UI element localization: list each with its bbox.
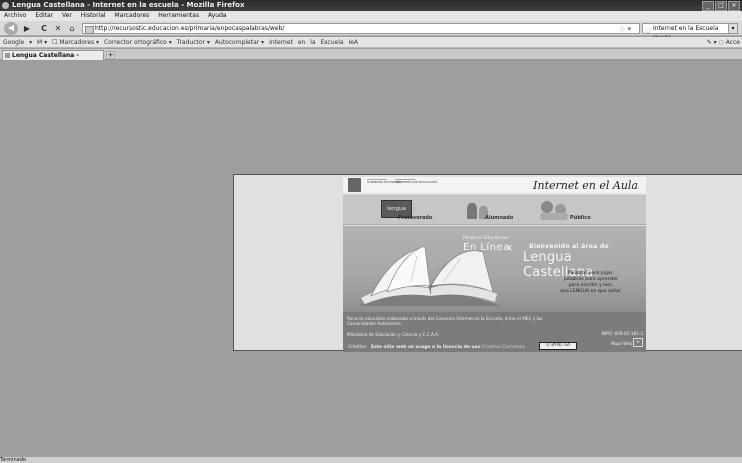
ministerio-label: MINISTERIO DE EDUCACIÓN [395,179,437,184]
home-button[interactable]: ⌂ [66,23,78,34]
firefox-icon [2,2,9,9]
toolbar-right-tools[interactable]: ✎ ▾ ◌ Acce [707,37,740,48]
nav-profesorado[interactable]: Profesorado [398,215,432,221]
translate-menu[interactable]: Traductor ▾ [177,39,210,46]
nipo-label: NIPO: 820-05-181-3 [601,331,643,336]
minimize-button[interactable]: _ [702,1,714,11]
site-favicon [85,26,94,34]
menubar: Archivo Editar Ver Historial Marcadores … [0,11,742,21]
forward-button[interactable]: ▶ [21,23,33,34]
maximize-button[interactable]: □ [715,1,727,11]
stop-button[interactable]: ✕ [52,23,64,34]
url-bar[interactable]: http://recursostic.educacion.es/primaria… [82,23,640,34]
search-go-button[interactable]: ▾ [728,24,737,33]
ministerio-link[interactable]: Ministerio de Educación y Ciencia y C.C.… [347,332,439,337]
cc-license-badge[interactable]: © BY-NC-SA [539,342,577,350]
nav-alumnado[interactable]: Alumnado [485,215,513,221]
gmail-menu[interactable]: M ▾ [37,39,47,46]
menu-historial[interactable]: Historial [81,12,106,19]
status-bar: Terminado [0,457,742,463]
site-header: GOBIERNO DE ESPAÑA MINISTERIO DE EDUCACI… [343,177,646,193]
site-footer: Recurso educativo elaborado a través del… [343,312,646,352]
en-linea-label: En Línea [463,242,510,253]
mapa-web-link[interactable]: Mapa Web [611,341,632,346]
search-box[interactable]: ◌ Internet en la Escuela (IesA). ▾ [642,23,738,42]
search-term-la[interactable]: la [310,39,315,46]
tagline-line: una LENGUA en que soñar. [560,289,622,294]
menu-herramientas[interactable]: Herramientas [158,12,199,19]
site-flash-area: GOBIERNO DE ESPAÑA MINISTERIO DE EDUCACI… [233,174,742,352]
search-term-escuela[interactable]: Escuela [321,39,344,46]
back-button[interactable]: ◀ [4,22,18,35]
site-nav: lengua Profesorado Alumnado Público [343,195,646,225]
bookmark-star-icon[interactable]: ☆ ▾ [619,24,631,34]
welcome-banner: Palabras Educativas En Línea ‹ Bienvenid… [343,226,646,312]
spain-crest-icon [348,178,361,192]
tab-lengua-castellana[interactable]: Lengua Castellana - Internet ... [2,50,104,68]
license-statement: Este sitio web se acoge a la licencia de… [371,345,481,350]
autofill-menu[interactable]: Autocompletar ▾ [215,39,264,46]
url-text: http://recursostic.educacion.es/primaria… [95,25,285,32]
menu-ayuda[interactable]: Ayuda [208,12,227,19]
search-term-iea[interactable]: IeA [349,39,359,46]
site-title: Internet en el Aula [533,179,638,192]
palabras-educativas-label: Palabras Educativas [463,236,509,241]
menu-marcadores[interactable]: Marcadores [115,12,150,19]
spellcheck-menu[interactable]: Corrector ortográfico ▾ [104,39,172,46]
navigation-toolbar: ◀ ▶ C ✕ ⌂ http://recursostic.educacion.e… [0,21,742,42]
new-tab-button[interactable]: + [106,51,115,59]
google-logo[interactable]: Google [3,39,24,46]
google-toolbar: Google ▾ M ▾ ☐ Marcadores ▾ Corrector or… [0,37,742,48]
chevron-left-icon: ‹ [507,240,513,256]
tab-favicon [5,53,10,58]
creative-commons-link[interactable]: Creative Commons [482,345,525,350]
reload-button[interactable]: C [38,23,50,34]
google-search-dropdown[interactable]: ▾ [29,39,32,46]
search-term-en[interactable]: en [298,39,306,46]
nav-publico[interactable]: Público [570,215,591,221]
search-term-internet[interactable]: Internet [269,39,293,46]
tab-strip: Lengua Castellana - Internet ... + [0,49,742,68]
bienvenido-text: Bienvenido al área de [529,243,609,250]
creditos-link[interactable]: Créditos [348,345,367,350]
window-controls: _ □ × [702,1,740,11]
menu-editar[interactable]: Editar [35,12,53,19]
menu-ver[interactable]: Ver [62,12,72,19]
license-text: Este sitio web se acoge a la licencia de… [371,345,525,350]
close-button[interactable]: × [728,1,740,11]
search-engine-icon[interactable]: ◌ [645,25,651,35]
menu-archivo[interactable]: Archivo [4,12,26,19]
window-titlebar: Lengua Castellana - Internet en la escue… [0,0,742,11]
window-title: Lengua Castellana - Internet en la escue… [12,1,245,9]
bookmarks-menu[interactable]: ☐ Marcadores ▾ [52,39,99,46]
recurso-text: Recurso educativo elaborado a través del… [347,316,543,326]
sitemap-icon[interactable]: ⌖ [633,338,643,347]
tagline: Palabras para jugar, palabras para apren… [539,271,643,295]
